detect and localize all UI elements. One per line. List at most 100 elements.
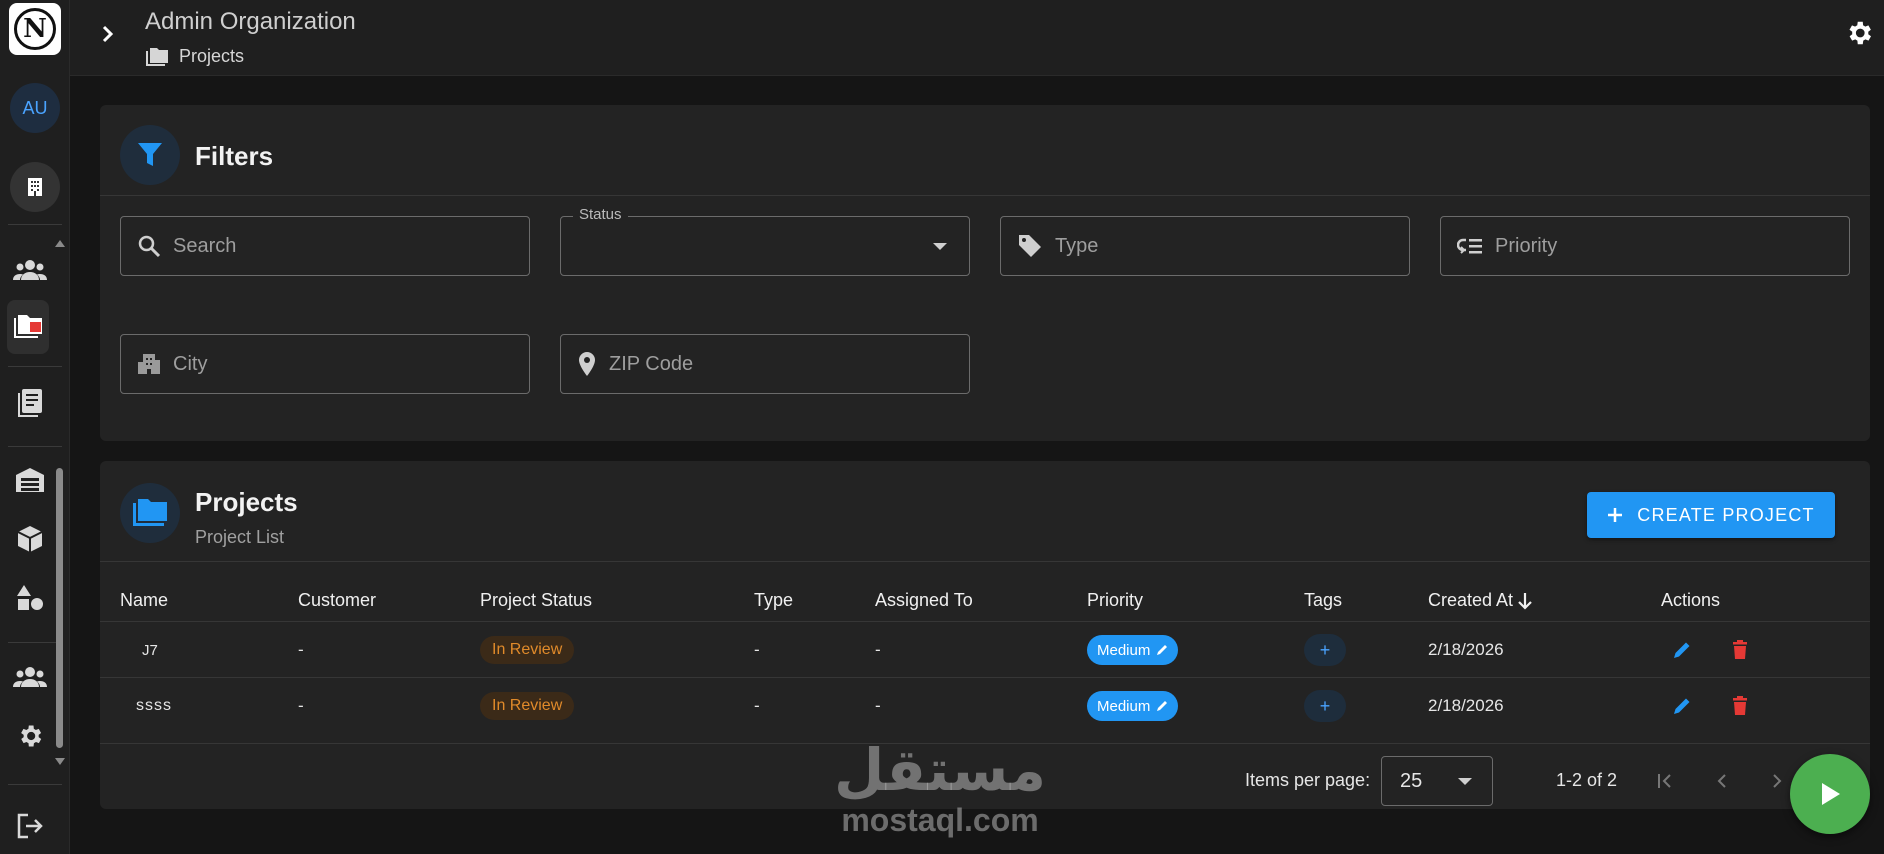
divider [100,561,1870,562]
first-page-button[interactable] [1649,764,1683,798]
sidebar-divider [8,366,62,367]
chevron-right-icon [1773,774,1782,788]
search-input[interactable]: Search [120,216,530,276]
add-tag-button[interactable]: + [1304,690,1346,722]
breadcrumb[interactable]: Projects [145,46,244,67]
app-logo[interactable]: N [9,3,61,55]
sidebar-item-documents[interactable] [10,383,50,423]
type-input[interactable]: Type [1000,216,1410,276]
projects-title: Projects [195,487,298,517]
top-bar: Admin Organization Projects [70,0,1884,76]
tag-icon [1019,235,1041,257]
package-icon [17,526,43,552]
cell-name: J7 [142,641,158,659]
sidebar-item-projects[interactable] [7,300,49,354]
priority-input[interactable]: Priority [1440,216,1850,276]
city-input[interactable]: City [120,334,530,394]
next-page-button[interactable] [1760,764,1794,798]
delete-button[interactable] [1732,622,1748,678]
cell-type: - [754,640,760,659]
priority-placeholder: Priority [1495,234,1558,257]
location-pin-icon [579,352,595,376]
sidebar-item-inventory[interactable] [10,519,50,559]
column-header-assigned-to[interactable]: Assigned To [875,590,973,611]
breadcrumb-label: Projects [179,46,245,66]
column-header-tags[interactable]: Tags [1304,590,1342,611]
play-button[interactable] [1790,754,1870,834]
cell-type: - [754,696,760,715]
column-header-created-at[interactable]: Created At [1428,590,1533,611]
documents-icon [18,389,42,417]
logout-button[interactable] [10,806,50,846]
cell-assigned-to: - [875,696,881,715]
cell-customer: - [298,640,304,659]
sidebar-item-team[interactable] [10,657,50,697]
priority-label: Medium [1097,641,1151,659]
city-icon [138,354,160,374]
chevron-down-icon [1458,778,1472,785]
sidebar-item-customers[interactable] [10,250,50,290]
table-row[interactable]: J7 - In Review - - Medium + 2/18/2026 [100,621,1870,677]
add-tag-button[interactable]: + [1304,634,1346,666]
avatar-initials: AU [22,97,48,118]
sidebar: N AU [0,0,70,854]
expand-sidebar-button[interactable] [98,22,118,46]
type-placeholder: Type [1055,234,1099,257]
column-header-customer[interactable]: Customer [298,590,376,611]
search-icon [138,235,161,258]
status-badge: In Review [480,692,575,720]
pencil-icon [1157,645,1168,655]
filters-title: Filters [195,141,274,171]
column-header-actions: Actions [1661,590,1721,610]
priority-chip[interactable]: Medium [1087,691,1179,721]
avatar[interactable]: AU [10,83,60,133]
scroll-down-arrow[interactable] [55,758,65,765]
cell-name: ssss [136,697,172,714]
items-per-page-select[interactable]: 25 [1381,756,1493,806]
previous-page-button[interactable] [1705,764,1739,798]
status-badge: In Review [480,636,575,664]
sidebar-scrollbar[interactable] [56,238,64,768]
organization-button[interactable] [10,162,60,212]
column-header-type[interactable]: Type [754,590,793,611]
cell-assigned-to: - [875,640,881,659]
priority-chip[interactable]: Medium [1087,635,1179,665]
column-header-priority[interactable]: Priority [1087,590,1143,611]
team-icon [13,667,47,687]
settings-button[interactable] [1844,18,1876,50]
create-project-label: CREATE PROJECT [1637,504,1815,525]
edit-icon [1674,698,1690,714]
building-icon [28,178,42,196]
folder-icon [133,499,167,526]
sidebar-divider [8,642,62,643]
pencil-icon [1157,701,1168,711]
projects-icon-badge [120,483,180,543]
shapes-icon [17,585,43,610]
create-project-button[interactable]: CREATE PROJECT [1587,492,1835,538]
items-per-page-label: Items per page: [1245,770,1371,790]
zip-code-input[interactable]: ZIP Code [560,334,970,394]
sidebar-item-warehouse[interactable] [10,460,50,500]
zip-code-placeholder: ZIP Code [609,352,694,375]
trash-icon [1733,696,1747,715]
edit-button[interactable] [1672,622,1692,678]
delete-button[interactable] [1732,678,1748,734]
logout-icon [17,813,43,839]
column-header-name[interactable]: Name [120,590,168,611]
column-header-project-status[interactable]: Project Status [480,590,592,611]
scrollbar-thumb[interactable] [56,468,63,748]
sidebar-divider [8,784,62,785]
page-title: Admin Organization [145,8,356,35]
items-per-page-value: 25 [1400,769,1423,792]
table-row[interactable]: ssss - In Review - - Medium + 2/18/2026 [100,677,1870,733]
plus-icon [1608,508,1623,522]
edit-button[interactable] [1672,678,1692,734]
sidebar-item-categories[interactable] [10,578,50,618]
priority-icon [1457,238,1482,254]
sidebar-item-settings[interactable] [10,716,50,756]
chevron-down-icon [933,243,947,250]
city-placeholder: City [173,352,208,375]
projects-icon [14,315,42,338]
sidebar-divider [8,446,62,447]
status-select[interactable]: Status [560,206,970,276]
